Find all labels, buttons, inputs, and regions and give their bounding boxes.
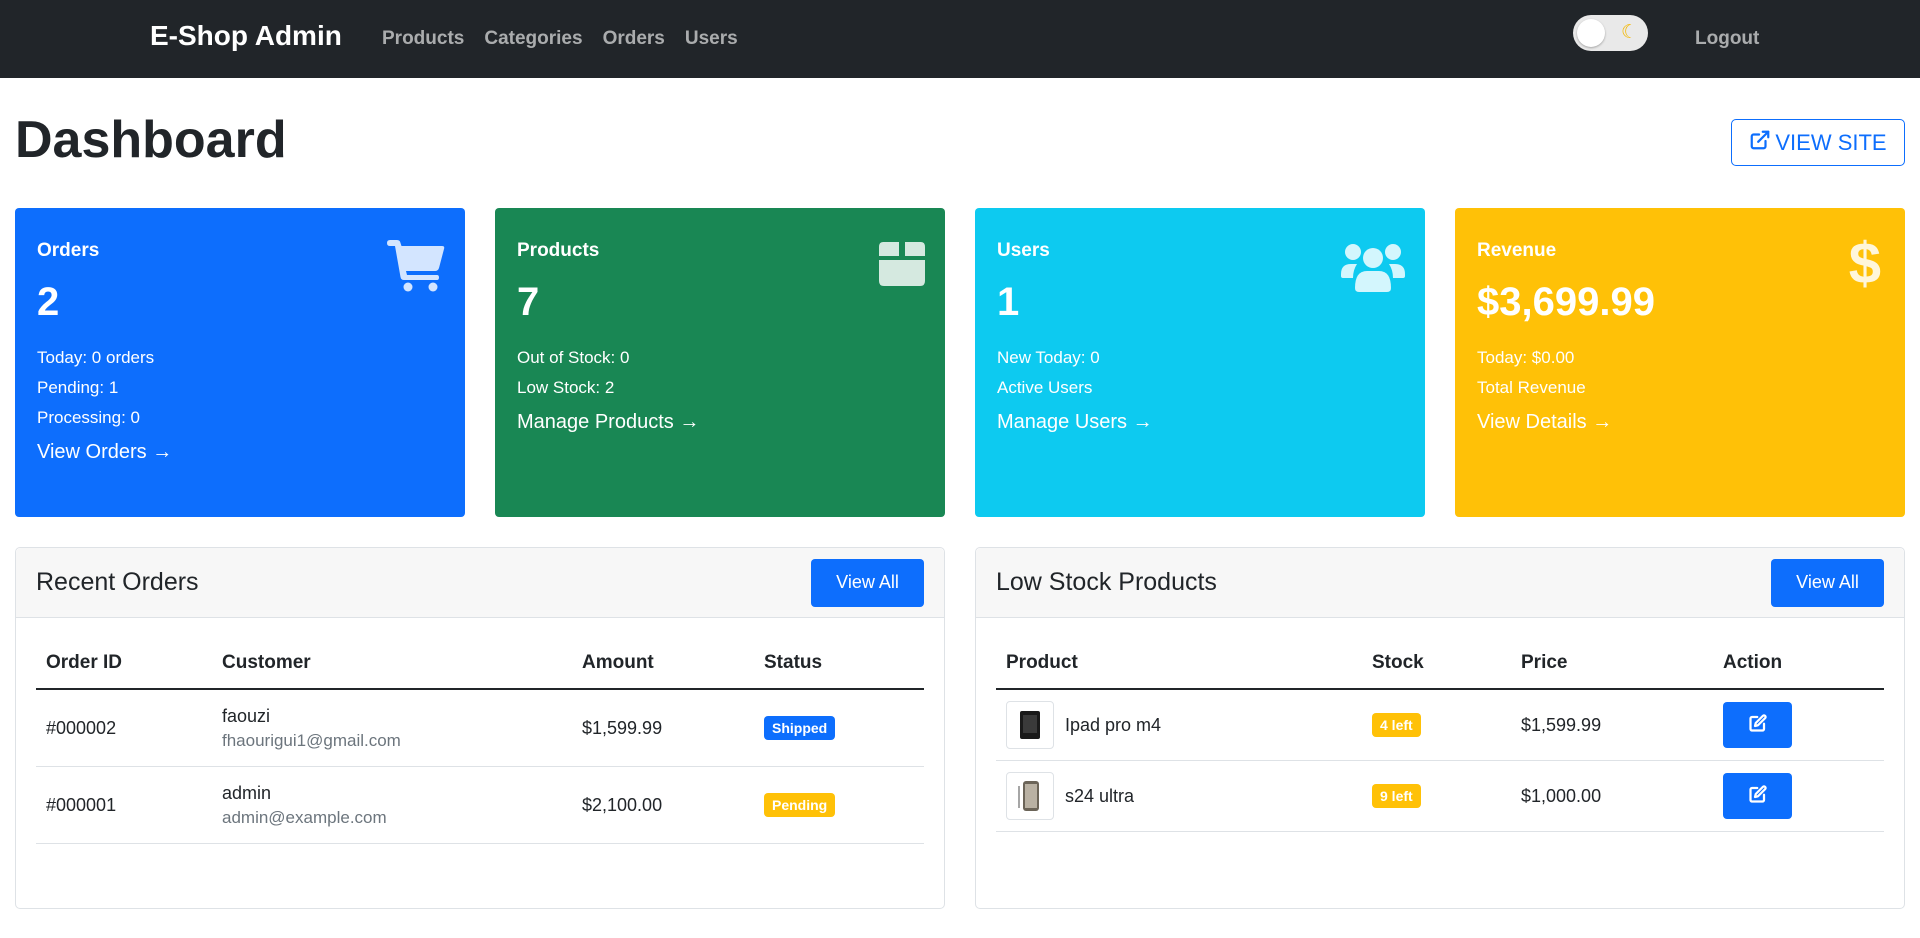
- dollar-icon: $: [1848, 231, 1881, 296]
- order-amount: $1,599.99: [582, 717, 663, 738]
- low-stock-header: Low Stock Products View All: [976, 548, 1904, 618]
- low-stock-title: Low Stock Products: [996, 568, 1217, 596]
- stock-cell: 9 left: [1362, 784, 1511, 808]
- status-cell: Shipped: [754, 716, 836, 740]
- col-amount: Amount: [582, 652, 654, 673]
- action-cell: [1713, 702, 1792, 748]
- status-cell: Pending: [754, 793, 836, 817]
- customer-cell: faouzi fhaourigui1@gmail.com: [212, 706, 572, 751]
- toggle-knob: [1577, 19, 1605, 47]
- low-stock-view-all-button[interactable]: View All: [1771, 558, 1884, 607]
- product-cell: s24 ultra: [996, 772, 1362, 820]
- cart-icon: [387, 240, 445, 297]
- customer-cell: admin admin@example.com: [212, 783, 572, 828]
- nav-links: Products Categories Orders Users: [382, 28, 738, 50]
- col-product: Product: [1006, 652, 1078, 673]
- stock-badge: 4 left: [1372, 713, 1421, 737]
- stock-badge: 9 left: [1372, 784, 1421, 808]
- recent-orders-panel: Recent Orders View All Order ID Customer…: [15, 547, 945, 909]
- action-cell: [1713, 773, 1792, 819]
- customer-name: faouzi: [222, 705, 271, 726]
- recent-orders-header: Recent Orders View All: [16, 548, 944, 618]
- products-low-stock: Low Stock: 2: [517, 378, 615, 397]
- recent-orders-table: Order ID Customer Amount Status #000002 …: [36, 638, 924, 844]
- theme-toggle[interactable]: ☾: [1573, 15, 1648, 51]
- orders-card-title: Orders: [37, 240, 100, 261]
- table-row[interactable]: Ipad pro m4 4 left $1,599.99: [996, 690, 1884, 761]
- nav-link-categories[interactable]: Categories: [484, 28, 582, 50]
- products-card-value: 7: [517, 280, 540, 324]
- users-icon: [1341, 240, 1405, 297]
- revenue-card-title: Revenue: [1477, 240, 1557, 261]
- products-card: Products 7 Out of Stock: 0 Low Stock: 2 …: [495, 208, 945, 517]
- product-thumbnail: [1006, 772, 1054, 820]
- status-badge: Pending: [764, 793, 836, 817]
- col-stock: Stock: [1372, 652, 1424, 673]
- col-action: Action: [1723, 652, 1783, 673]
- col-order-id: Order ID: [46, 652, 123, 673]
- recent-orders-title: Recent Orders: [36, 568, 199, 596]
- product-cell: Ipad pro m4: [996, 701, 1362, 749]
- orders-pending: Pending: 1: [37, 378, 119, 397]
- revenue-card: Revenue $3,699.99 Today: $0.00 Total Rev…: [1455, 208, 1905, 517]
- table-row[interactable]: s24 ultra 9 left $1,000.00: [996, 761, 1884, 832]
- edit-product-button[interactable]: [1723, 773, 1792, 819]
- orders-processing: Processing: 0: [37, 408, 140, 427]
- low-stock-table: Product Stock Price Action Ipad pro m4 4…: [996, 638, 1884, 832]
- order-id: #000002: [46, 717, 117, 738]
- order-id: #000001: [46, 794, 117, 815]
- orders-today: Today: 0 orders: [37, 348, 155, 367]
- products-out-of-stock: Out of Stock: 0: [517, 348, 630, 367]
- brand-logo[interactable]: E-Shop Admin: [150, 20, 342, 52]
- edit-product-button[interactable]: [1723, 702, 1792, 748]
- table-header: Product Stock Price Action: [996, 638, 1884, 690]
- table-header: Order ID Customer Amount Status: [36, 638, 924, 690]
- customer-email: admin@example.com: [222, 807, 387, 827]
- revenue-today: Today: $0.00: [1477, 348, 1575, 367]
- col-status: Status: [764, 652, 823, 673]
- status-badge: Shipped: [764, 716, 836, 740]
- view-orders-link[interactable]: View Orders →: [37, 441, 172, 464]
- product-price: $1,000.00: [1521, 785, 1602, 806]
- orders-card-value: 2: [37, 280, 60, 324]
- box-icon: [879, 240, 925, 291]
- view-site-label: VIEW SITE: [1775, 129, 1887, 155]
- low-stock-panel: Low Stock Products View All Product Stoc…: [975, 547, 1905, 909]
- revenue-total-label: Total Revenue: [1477, 378, 1586, 397]
- nav-link-orders[interactable]: Orders: [603, 28, 665, 50]
- view-site-button[interactable]: VIEW SITE: [1731, 119, 1905, 166]
- manage-users-link[interactable]: Manage Users →: [997, 411, 1153, 434]
- manage-products-link[interactable]: Manage Products →: [517, 411, 699, 434]
- col-price: Price: [1521, 652, 1568, 673]
- stock-cell: 4 left: [1362, 713, 1511, 737]
- external-link-icon: [1749, 129, 1771, 157]
- orders-card: Orders 2 Today: 0 orders Pending: 1 Proc…: [15, 208, 465, 517]
- users-active: Active Users: [997, 378, 1093, 397]
- product-name: s24 ultra: [1065, 785, 1135, 806]
- table-row[interactable]: #000002 faouzi fhaourigui1@gmail.com $1,…: [36, 690, 924, 767]
- revenue-card-value: $3,699.99: [1477, 280, 1655, 324]
- recent-orders-view-all-button[interactable]: View All: [811, 558, 924, 607]
- order-amount: $2,100.00: [582, 794, 663, 815]
- products-card-title: Products: [517, 240, 600, 261]
- edit-icon: [1748, 713, 1767, 737]
- product-price: $1,599.99: [1521, 714, 1602, 735]
- customer-email: fhaourigui1@gmail.com: [222, 730, 401, 750]
- nav-link-products[interactable]: Products: [382, 28, 464, 50]
- page-title: Dashboard: [15, 111, 287, 169]
- table-row[interactable]: #000001 admin admin@example.com $2,100.0…: [36, 767, 924, 844]
- product-thumbnail: [1006, 701, 1054, 749]
- users-card: Users 1 New Today: 0 Active Users Manage…: [975, 208, 1425, 517]
- logout-link[interactable]: Logout: [1695, 28, 1759, 50]
- col-customer: Customer: [222, 652, 311, 673]
- users-new-today: New Today: 0: [997, 348, 1100, 367]
- product-name: Ipad pro m4: [1065, 714, 1162, 735]
- view-details-link[interactable]: View Details →: [1477, 411, 1612, 434]
- customer-name: admin: [222, 782, 272, 803]
- moon-icon: ☾: [1620, 22, 1638, 43]
- nav-link-users[interactable]: Users: [685, 28, 738, 50]
- navbar: E-Shop Admin Products Categories Orders …: [0, 0, 1920, 78]
- edit-icon: [1748, 784, 1767, 808]
